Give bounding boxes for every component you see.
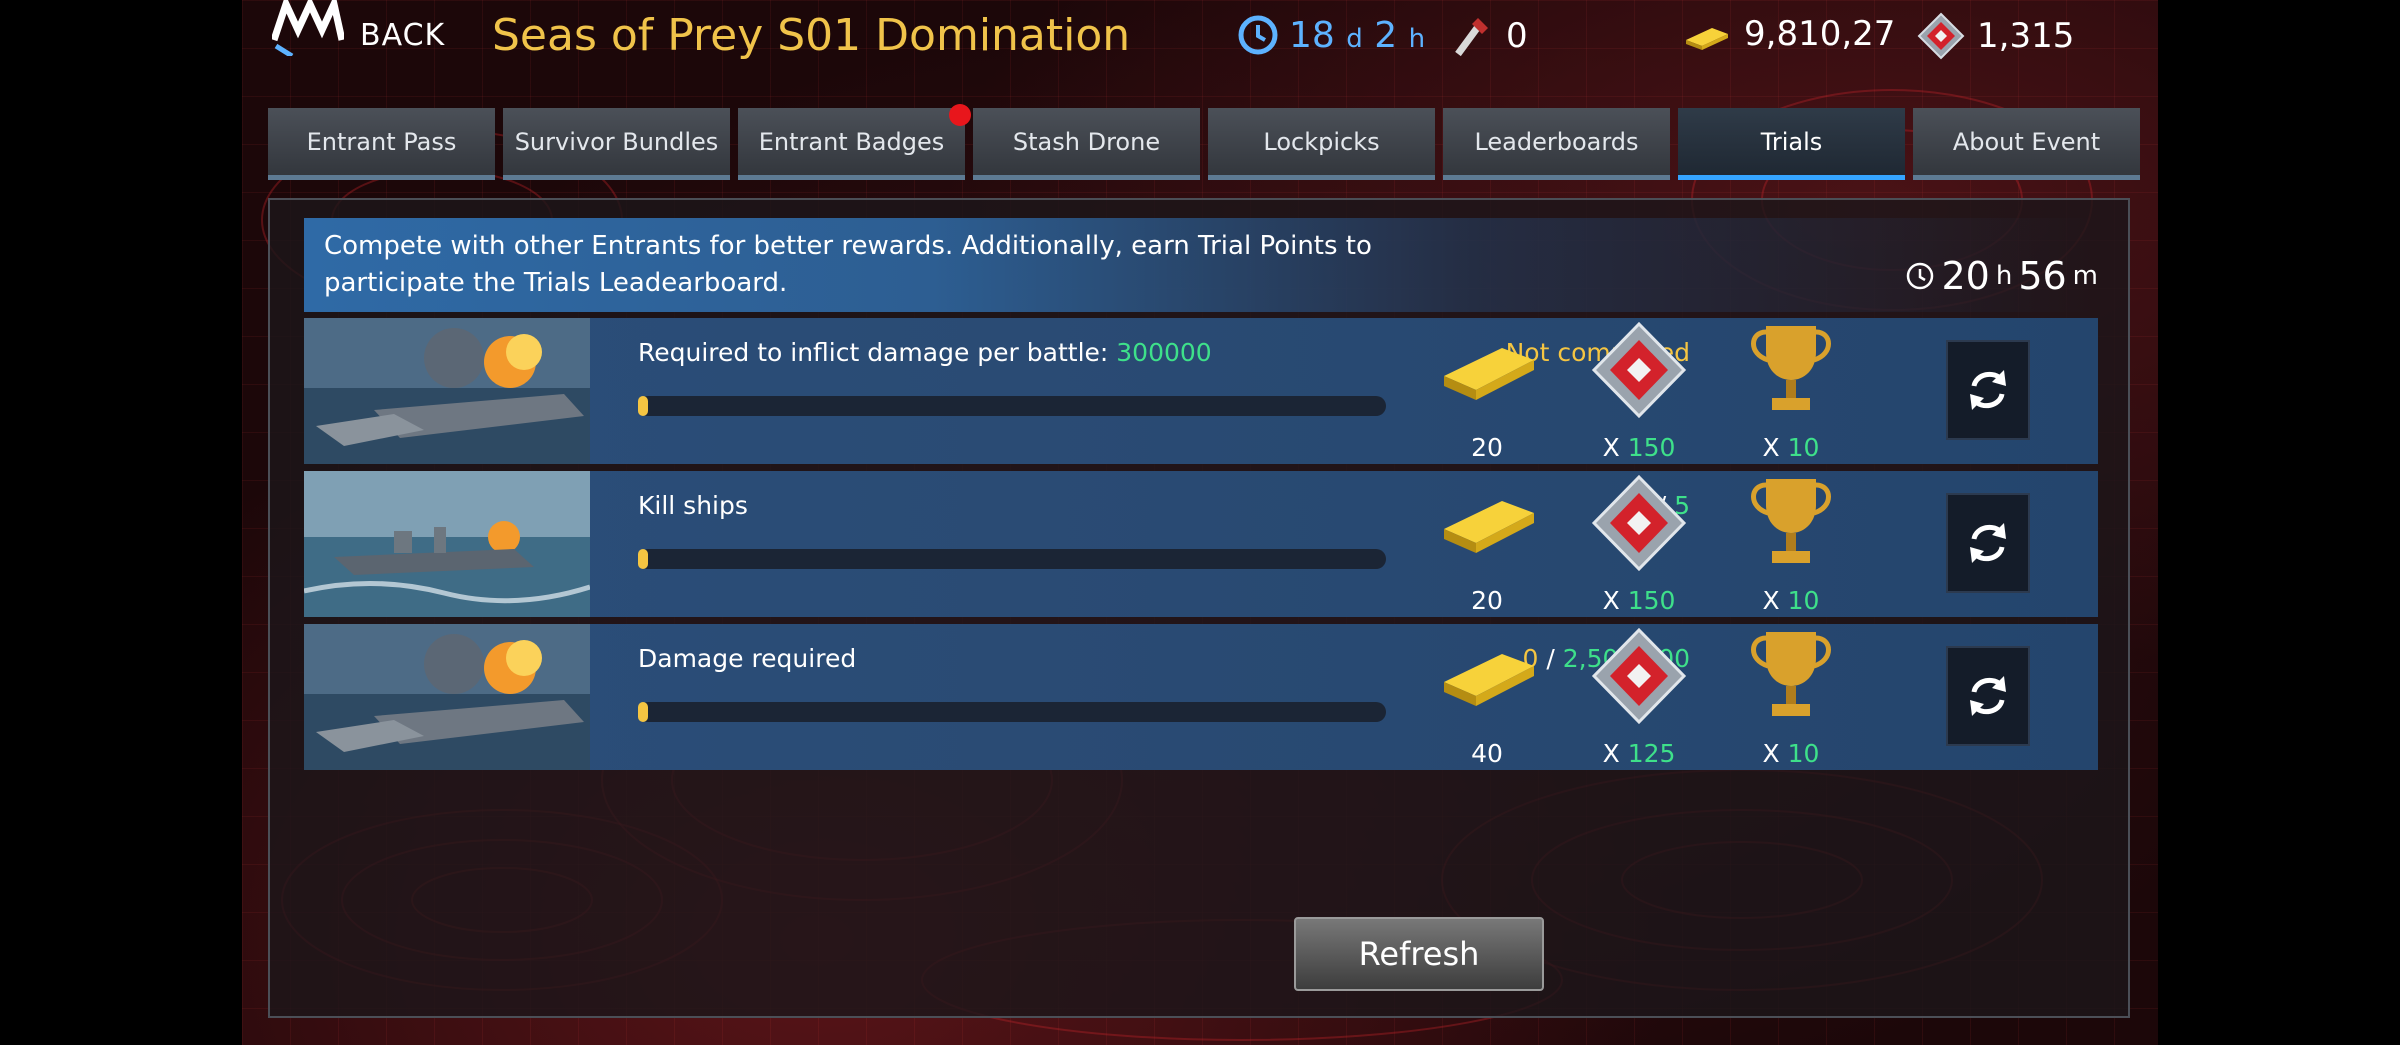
tab-survivor-bundles[interactable]: Survivor Bundles xyxy=(503,108,730,180)
progress-fill xyxy=(638,396,648,416)
tab-leaderboards[interactable]: Leaderboards xyxy=(1443,108,1670,180)
event-title: Seas of Prey S01 Domination xyxy=(492,10,1131,61)
gem-badge-icon xyxy=(1591,474,1687,572)
progress-bar xyxy=(638,396,1386,416)
refresh-button[interactable]: Refresh xyxy=(1294,917,1544,991)
task-label: Kill ships xyxy=(638,491,748,520)
progress-fill xyxy=(638,549,648,569)
reroll-trial-button[interactable] xyxy=(1946,493,2030,593)
reroll-trial-button[interactable] xyxy=(1946,340,2030,440)
countdown-minutes: 56 xyxy=(2018,254,2067,298)
reward-gem-prefix: X xyxy=(1602,433,1620,462)
notification-dot xyxy=(949,104,971,126)
reward-gem-amount: 125 xyxy=(1627,739,1676,768)
tab-lockpicks[interactable]: Lockpicks xyxy=(1208,108,1435,180)
trophy-icon xyxy=(1751,326,1831,410)
reward-trophy: X 10 xyxy=(1726,471,1856,617)
reward-gold: 40 xyxy=(1422,624,1552,770)
trial-row: Required to inflict damage per battle: 3… xyxy=(304,318,2098,464)
game-screen: BACK Seas of Prey S01 Domination 18 d 2 … xyxy=(242,0,2158,1045)
progress-bar xyxy=(638,702,1386,722)
trials-description: Compete with other Entrants for better r… xyxy=(324,231,1372,298)
gem-amount: 1,315 xyxy=(1977,16,2075,56)
tab-about-event[interactable]: About Event xyxy=(1913,108,2140,180)
reward-trophy-amount: 10 xyxy=(1787,433,1820,462)
reward-trophy-amount: 10 xyxy=(1787,739,1820,768)
event-timer: 18 d 2 h xyxy=(1237,14,1425,56)
gem-counter: 1,315 xyxy=(1917,12,2074,60)
timer-hours: 2 xyxy=(1374,14,1398,56)
lockpick-count: 0 xyxy=(1506,16,1528,56)
reward-gold: 20 xyxy=(1422,318,1552,464)
task-requirement: 300000 xyxy=(1116,338,1212,367)
tab-entrant-badges[interactable]: Entrant Badges xyxy=(738,104,971,180)
task-label: Damage required xyxy=(638,644,857,673)
reroll-trial-button[interactable] xyxy=(1946,646,2030,746)
lockpick-icon xyxy=(1455,18,1488,57)
timer-hours-unit: h xyxy=(1408,23,1426,54)
lockpick-counter: 0 xyxy=(1452,14,1528,58)
clock-icon xyxy=(1907,262,1934,290)
reward-trophy-prefix: X xyxy=(1762,586,1780,615)
gold-bar-icon xyxy=(1444,501,1534,553)
progress-bar xyxy=(638,549,1386,569)
carrier-battle-image xyxy=(304,624,590,770)
gold-counter: 9,810,27 xyxy=(1682,14,1895,54)
tab-trials[interactable]: Trials xyxy=(1678,108,1905,180)
timer-days-unit: d xyxy=(1346,23,1363,54)
reward-gem-prefix: X xyxy=(1602,586,1620,615)
swap-arrows-icon xyxy=(1970,523,2006,563)
timer-days: 18 xyxy=(1289,14,1335,56)
reward-gems: X 125 xyxy=(1574,624,1704,770)
gem-badge-icon xyxy=(1917,12,1965,60)
top-bar: BACK Seas of Prey S01 Domination 18 d 2 … xyxy=(242,0,2158,96)
carrier-battle-image xyxy=(304,318,590,464)
gold-bar-icon xyxy=(1444,654,1534,706)
reward-gem-amount: 150 xyxy=(1627,433,1676,462)
reward-gem-prefix: X xyxy=(1602,739,1620,768)
reward-trophy-prefix: X xyxy=(1762,739,1780,768)
gem-badge-icon xyxy=(1591,321,1687,419)
gold-bar-icon xyxy=(1444,348,1534,400)
reward-gems: X 150 xyxy=(1574,318,1704,464)
reward-gold: 20 xyxy=(1422,471,1552,617)
countdown-minutes-unit: m xyxy=(2072,261,2098,291)
reward-trophy: X 10 xyxy=(1726,318,1856,464)
countdown-hours-unit: h xyxy=(1995,261,2013,291)
reward-trophy: X 10 xyxy=(1726,624,1856,770)
task-label: Required to inflict damage per battle: xyxy=(638,338,1109,367)
gold-bar-icon xyxy=(1686,28,1728,50)
gem-badge-icon xyxy=(1591,627,1687,725)
reward-gold-amount: 20 xyxy=(1471,586,1503,615)
trophy-icon xyxy=(1751,479,1831,563)
warship-battle-image xyxy=(304,471,590,617)
reward-gem-amount: 150 xyxy=(1627,586,1676,615)
reward-gold-amount: 20 xyxy=(1471,433,1503,462)
swap-arrows-icon xyxy=(1970,370,2006,410)
tab-entrant-badges-label: Entrant Badges xyxy=(758,127,945,156)
clock-icon xyxy=(1238,15,1278,55)
trials-panel: Compete with other Entrants for better r… xyxy=(268,198,2130,1018)
trials-countdown: 20 h 56 m xyxy=(1905,254,2098,298)
reward-trophy-amount: 10 xyxy=(1787,586,1820,615)
event-tabs: Entrant Pass Survivor Bundles Entrant Ba… xyxy=(268,104,2140,180)
gold-amount: 9,810,27 xyxy=(1744,14,1896,54)
trophy-icon xyxy=(1751,632,1831,716)
trial-row: Kill ships 0 / 5 20 xyxy=(304,471,2098,617)
reward-gems: X 150 xyxy=(1574,471,1704,617)
trials-banner: Compete with other Entrants for better r… xyxy=(304,218,2098,312)
game-logo-icon xyxy=(270,0,346,59)
reward-trophy-prefix: X xyxy=(1762,433,1780,462)
back-button[interactable]: BACK xyxy=(360,18,445,53)
reward-gold-amount: 40 xyxy=(1471,739,1503,768)
countdown-hours: 20 xyxy=(1941,254,1990,298)
tab-entrant-pass[interactable]: Entrant Pass xyxy=(268,108,495,180)
task-text: Required to inflict damage per battle: 3… xyxy=(638,338,1212,367)
swap-arrows-icon xyxy=(1970,676,2006,716)
progress-fill xyxy=(638,702,648,722)
tab-stash-drone[interactable]: Stash Drone xyxy=(973,108,1200,180)
trial-row: Damage required 0 / 2,500,000 40 xyxy=(304,624,2098,770)
